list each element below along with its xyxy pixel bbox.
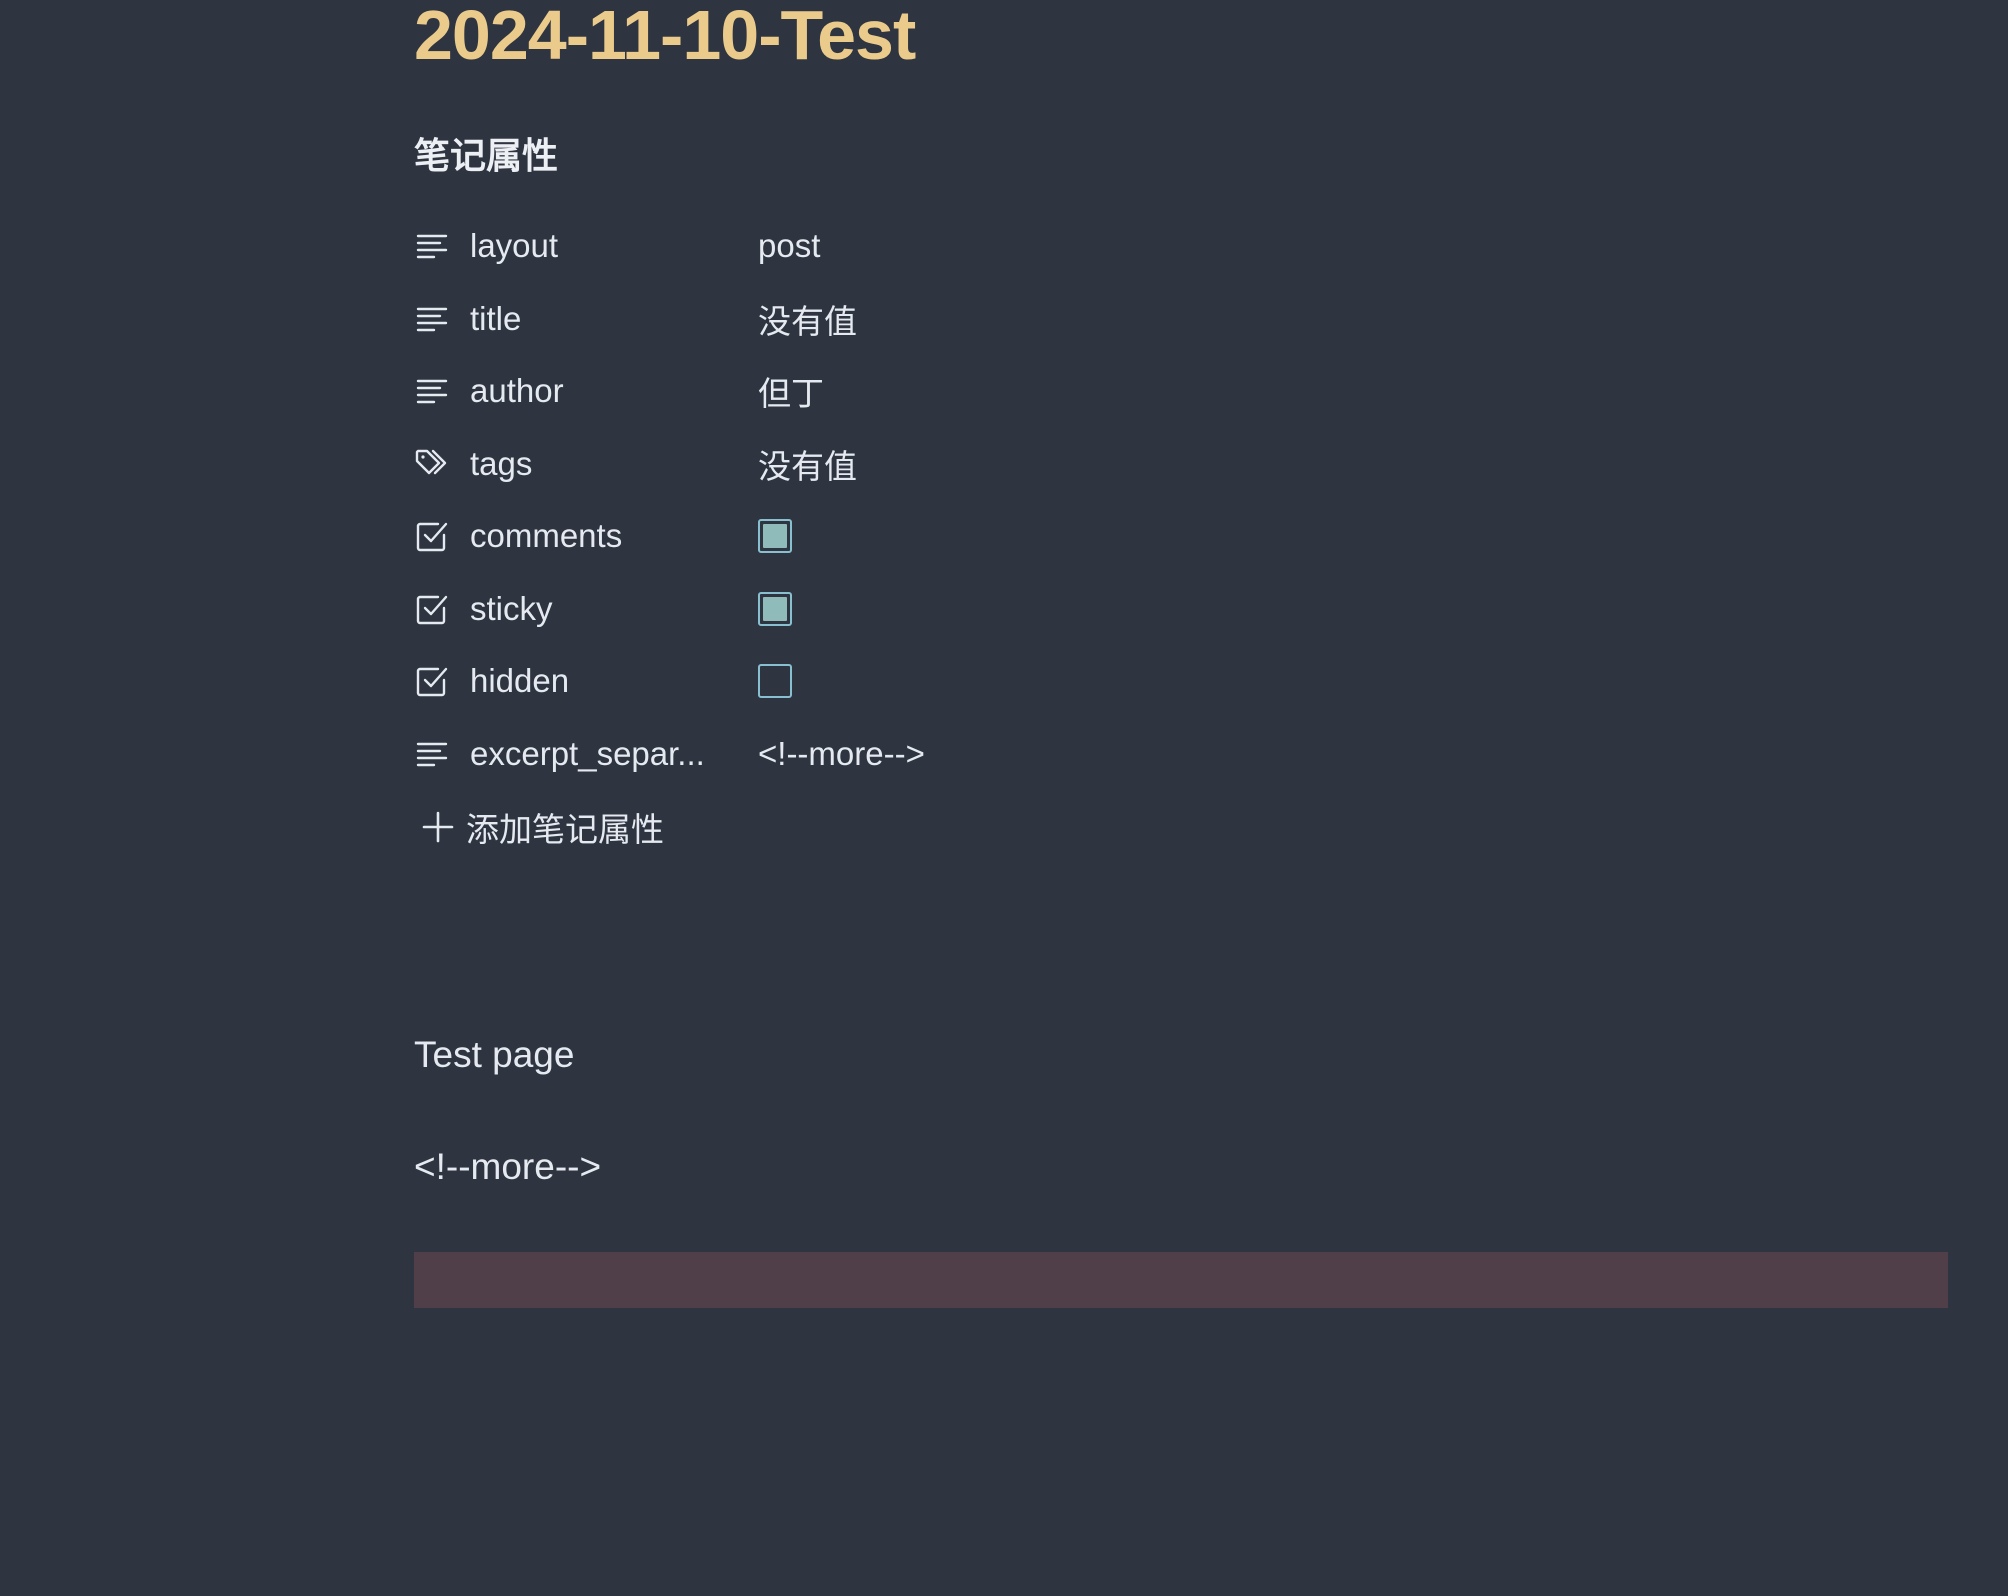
property-row-author[interactable]: author 但丁: [414, 355, 1314, 428]
note-editor: 2024-11-10-Test 笔记属性 layout post title 没…: [0, 0, 2008, 1596]
property-row-hidden[interactable]: hidden: [414, 645, 1314, 718]
property-key[interactable]: title: [470, 300, 770, 338]
add-property-label: 添加笔记属性: [466, 810, 664, 849]
property-row-excerpt-separator[interactable]: excerpt_separ... <!--more-->: [414, 718, 1314, 791]
text-lines-icon[interactable]: [414, 228, 450, 264]
text-lines-icon[interactable]: [414, 736, 450, 772]
property-checkbox[interactable]: [758, 664, 792, 699]
property-value[interactable]: 没有值: [758, 295, 857, 343]
property-value[interactable]: 但丁: [758, 367, 824, 415]
text-lines-icon[interactable]: [414, 373, 450, 409]
property-key[interactable]: layout: [470, 227, 770, 265]
property-key[interactable]: excerpt_separ...: [470, 735, 770, 773]
body-paragraph[interactable]: <!--more-->: [414, 1146, 601, 1188]
property-key[interactable]: comments: [470, 517, 770, 555]
body-paragraph[interactable]: Test page: [414, 1034, 574, 1076]
property-checkbox[interactable]: [758, 591, 792, 626]
property-key[interactable]: hidden: [470, 662, 770, 700]
tags-icon[interactable]: [414, 446, 450, 482]
property-key[interactable]: sticky: [470, 590, 770, 628]
property-row-comments[interactable]: comments: [414, 500, 1314, 573]
text-lines-icon[interactable]: [414, 301, 450, 337]
checkbox-icon[interactable]: [414, 518, 450, 554]
property-row-sticky[interactable]: sticky: [414, 573, 1314, 646]
property-checkbox[interactable]: [758, 519, 792, 554]
property-key[interactable]: author: [470, 372, 770, 410]
property-value[interactable]: <!--more-->: [758, 735, 925, 773]
add-property-button[interactable]: 添加笔记属性: [414, 802, 664, 852]
property-value[interactable]: post: [758, 227, 820, 265]
property-value[interactable]: 没有值: [758, 440, 857, 488]
checkbox-icon[interactable]: [414, 663, 450, 699]
empty-highlighted-block[interactable]: [414, 1252, 1948, 1308]
property-row-tags[interactable]: tags 没有值: [414, 428, 1314, 501]
plus-icon: [422, 811, 454, 843]
checkbox-icon[interactable]: [414, 591, 450, 627]
property-row-layout[interactable]: layout post: [414, 210, 1314, 283]
note-title[interactable]: 2024-11-10-Test: [414, 0, 916, 70]
property-key[interactable]: tags: [470, 445, 770, 483]
properties-list: layout post title 没有值 author 但丁 tags 没有值…: [414, 210, 1314, 790]
properties-heading[interactable]: 笔记属性: [414, 132, 558, 182]
property-row-title[interactable]: title 没有值: [414, 283, 1314, 356]
